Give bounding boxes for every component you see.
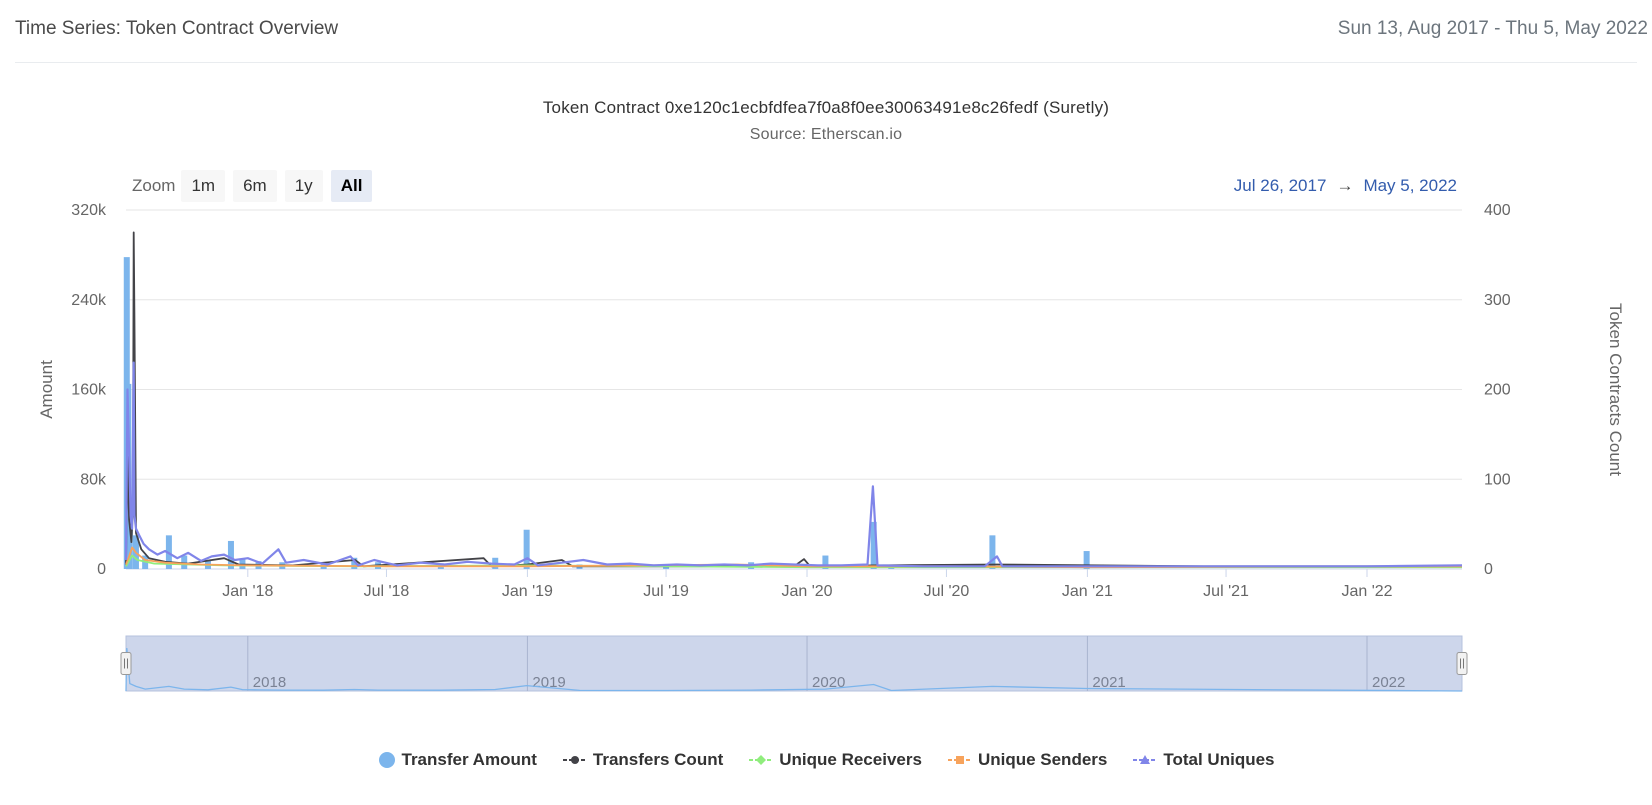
legend-item-transfers-count[interactable]: Transfers Count <box>562 750 724 770</box>
x-tick-label: Jan '22 <box>1341 583 1392 600</box>
navigator-selection <box>125 635 1463 692</box>
legend-item-unique-receivers[interactable]: Unique Receivers <box>749 750 922 770</box>
legend-item-unique-senders[interactable]: Unique Senders <box>947 750 1108 770</box>
legend-item-transfer-amount[interactable]: Transfer Amount <box>378 750 537 770</box>
y-right-tick-label: 0 <box>1484 561 1493 578</box>
y-left-tick-label: 80k <box>80 471 107 488</box>
x-tick-label: Jul '21 <box>1203 583 1249 600</box>
y-right-tick-label: 400 <box>1484 202 1511 219</box>
y-left-tick-label: 320k <box>71 202 107 219</box>
x-tick-label: Jan '21 <box>1062 583 1113 600</box>
x-tick-label: Jan '19 <box>502 583 553 600</box>
y-left-tick-label: 160k <box>71 382 107 399</box>
navigator-left-handle[interactable] <box>120 652 132 675</box>
x-tick-label: Jul '18 <box>364 583 410 600</box>
x-tick-label: Jan '20 <box>781 583 832 600</box>
navigator-tick-label: 2018 <box>253 674 286 691</box>
legend-label: Unique Senders <box>977 750 1108 769</box>
y-right-tick-label: 200 <box>1484 382 1511 399</box>
chart-canvas: 0 80k 160k 240k 320k 0 100 200 300 400 Amount Token… <box>37 202 1625 692</box>
x-tick-label: Jul '20 <box>924 583 970 600</box>
transfers-count-line <box>125 231 1462 568</box>
circle-line-marker-icon <box>562 756 587 764</box>
circle-marker-icon <box>378 752 395 768</box>
legend-label: Transfer Amount <box>401 750 537 769</box>
y-left-tick-label: 240k <box>71 292 107 309</box>
navigator[interactable]: 2018 2019 2020 2021 2022 <box>120 635 1468 692</box>
y-left-axis-title: Amount <box>37 360 56 419</box>
chart-legend: Transfer Amount Transfers Count Unique R… <box>0 750 1652 770</box>
total-uniques-line <box>124 361 1463 568</box>
y-left-tick-label: 0 <box>97 561 106 578</box>
triangle-line-marker-icon <box>1133 755 1158 764</box>
y-right-axis-title: Token Contracts Count <box>1606 303 1625 476</box>
series-plot <box>123 231 1463 569</box>
navigator-tick-label: 2022 <box>1372 674 1405 691</box>
axes: 0 80k 160k 240k 320k 0 100 200 300 400 Amount Token… <box>37 202 1625 600</box>
x-tick-label: Jan '18 <box>222 583 273 600</box>
x-tick-label: Jul '19 <box>643 583 689 600</box>
legend-item-total-uniques[interactable]: Total Uniques <box>1133 750 1275 770</box>
y-right-tick-label: 100 <box>1484 471 1511 488</box>
gridlines <box>126 209 1462 570</box>
navigator-right-handle[interactable] <box>1456 652 1468 675</box>
diamond-line-marker-icon <box>749 755 774 765</box>
transfer-amount-bar <box>523 529 530 569</box>
square-line-marker-icon <box>947 756 972 764</box>
legend-label: Total Uniques <box>1163 750 1275 769</box>
legend-label: Transfers Count <box>592 750 724 769</box>
legend-label: Unique Receivers <box>779 750 922 769</box>
y-right-tick-label: 300 <box>1484 292 1511 309</box>
